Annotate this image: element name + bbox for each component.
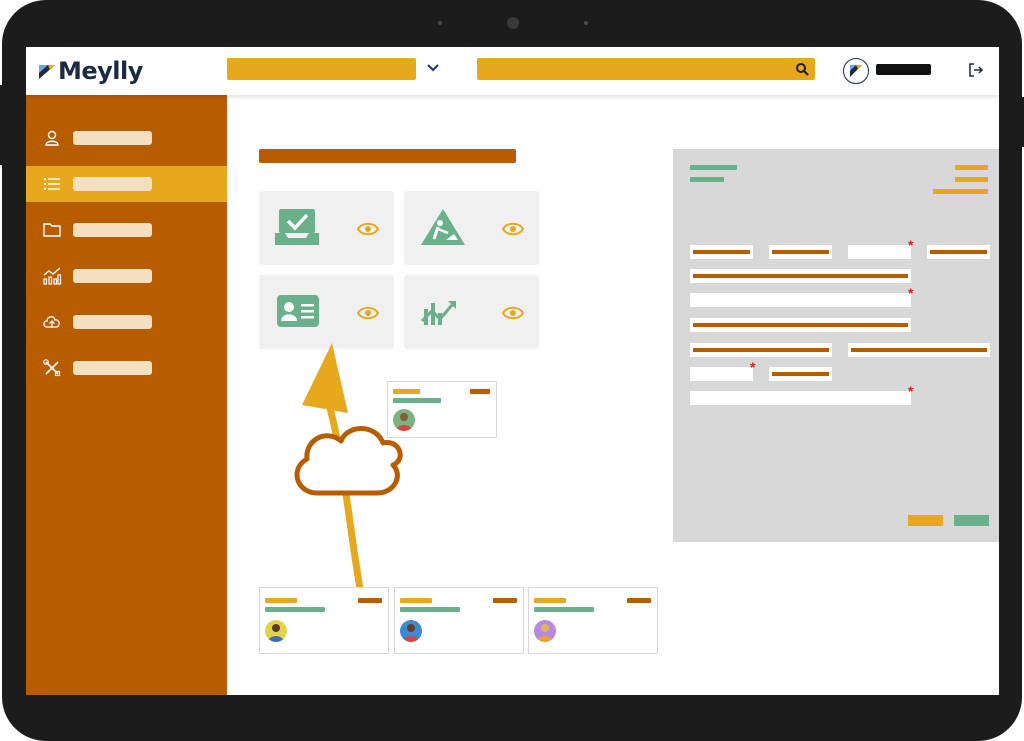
user-name[interactable]: [876, 64, 931, 75]
user-avatar[interactable]: [843, 58, 869, 84]
top-bar: Meylly: [26, 47, 999, 95]
sensor-right: [584, 21, 588, 25]
sidebar: [26, 95, 227, 695]
sidebar-item-profile[interactable]: [26, 120, 227, 156]
form-field-empty[interactable]: [690, 293, 911, 307]
eye-icon[interactable]: [357, 305, 379, 321]
card-title: [393, 389, 420, 394]
form-title: [690, 165, 737, 170]
tile-contacts[interactable]: [259, 275, 394, 349]
avatar: [400, 620, 422, 642]
form-action-2[interactable]: [955, 177, 988, 182]
user-card[interactable]: [528, 587, 658, 654]
eye-icon[interactable]: [502, 305, 524, 321]
inbox-check-icon: [275, 209, 319, 245]
search-input[interactable]: [477, 58, 815, 80]
cloud-upload-icon: [43, 316, 60, 328]
sidebar-item-upload[interactable]: [26, 304, 227, 340]
form-field[interactable]: [927, 245, 990, 259]
id-card-icon: [277, 295, 319, 327]
form-field-empty[interactable]: [848, 245, 911, 259]
form-field[interactable]: [769, 245, 832, 259]
card-tag: [470, 389, 490, 394]
card-title: [265, 598, 297, 603]
road-work-icon: [421, 209, 465, 245]
required-marker: *: [908, 237, 914, 253]
required-marker: *: [750, 359, 756, 375]
cancel-button[interactable]: [954, 515, 989, 526]
sidebar-item-statistics[interactable]: [26, 258, 227, 294]
list-icon: [44, 178, 60, 190]
sensor-left: [438, 21, 442, 25]
side-button-right: [1020, 97, 1024, 147]
card-title: [400, 598, 432, 603]
form-field[interactable]: [690, 343, 832, 357]
chevron-down-icon[interactable]: [426, 61, 440, 75]
form-field[interactable]: [848, 343, 990, 357]
tile-tasks[interactable]: [259, 191, 394, 265]
sidebar-item-label: [73, 315, 152, 329]
main-content: * * * *: [227, 95, 999, 695]
form-action-3[interactable]: [933, 189, 988, 194]
card-subtitle: [534, 607, 594, 612]
cloud-icon: [294, 426, 403, 496]
card-title: [534, 598, 566, 603]
card-subtitle: [393, 398, 441, 403]
logo-mark-icon: [39, 65, 55, 79]
sidebar-item-label: [73, 177, 152, 191]
growth-chart-icon: [420, 301, 456, 325]
brand-logo[interactable]: Meylly: [38, 57, 143, 85]
context-select[interactable]: [227, 58, 416, 80]
form-field[interactable]: [690, 269, 911, 283]
eye-icon[interactable]: [357, 221, 379, 237]
avatar: [265, 620, 287, 642]
sidebar-item-label: [73, 361, 152, 375]
required-marker: *: [908, 285, 914, 301]
avatar: [534, 620, 556, 642]
chart-icon: [43, 267, 62, 285]
sidebar-item-list[interactable]: [26, 166, 227, 202]
required-marker: *: [908, 383, 914, 399]
app-screen: Meylly * * * *: [26, 47, 999, 695]
sidebar-item-label: [73, 223, 152, 237]
avatar: [393, 409, 415, 431]
logo-mark-icon: [850, 65, 862, 77]
eye-icon[interactable]: [502, 221, 524, 237]
tile-growth[interactable]: [404, 275, 539, 349]
page-title: [259, 149, 516, 163]
user-icon: [45, 130, 59, 146]
form-field[interactable]: [690, 318, 911, 332]
sidebar-item-label: [73, 269, 152, 283]
form-field-empty[interactable]: [690, 391, 911, 405]
card-tag: [493, 598, 517, 603]
side-button-left: [0, 85, 4, 165]
card-tag: [358, 598, 382, 603]
card-subtitle: [400, 607, 460, 612]
floating-user-card[interactable]: [387, 381, 497, 438]
form-field[interactable]: [769, 367, 832, 381]
form-field-empty[interactable]: [690, 367, 753, 381]
card-tag: [627, 598, 651, 603]
sidebar-item-tools[interactable]: [26, 350, 227, 386]
camera: [507, 17, 519, 29]
form-action-1[interactable]: [955, 165, 988, 170]
form-panel: * * * *: [673, 149, 999, 542]
card-subtitle: [265, 607, 325, 612]
search-icon[interactable]: [795, 62, 809, 76]
sidebar-item-label: [73, 131, 152, 145]
brand-name: Meylly: [58, 57, 143, 85]
folder-icon: [43, 223, 61, 237]
form-subtitle: [690, 177, 724, 182]
user-card[interactable]: [259, 587, 389, 654]
tools-icon: [43, 359, 61, 377]
sidebar-item-folders[interactable]: [26, 212, 227, 248]
submit-button[interactable]: [908, 515, 943, 526]
form-field[interactable]: [690, 245, 753, 259]
tile-roadwork[interactable]: [404, 191, 539, 265]
user-card[interactable]: [394, 587, 524, 654]
logout-icon[interactable]: [967, 61, 985, 79]
